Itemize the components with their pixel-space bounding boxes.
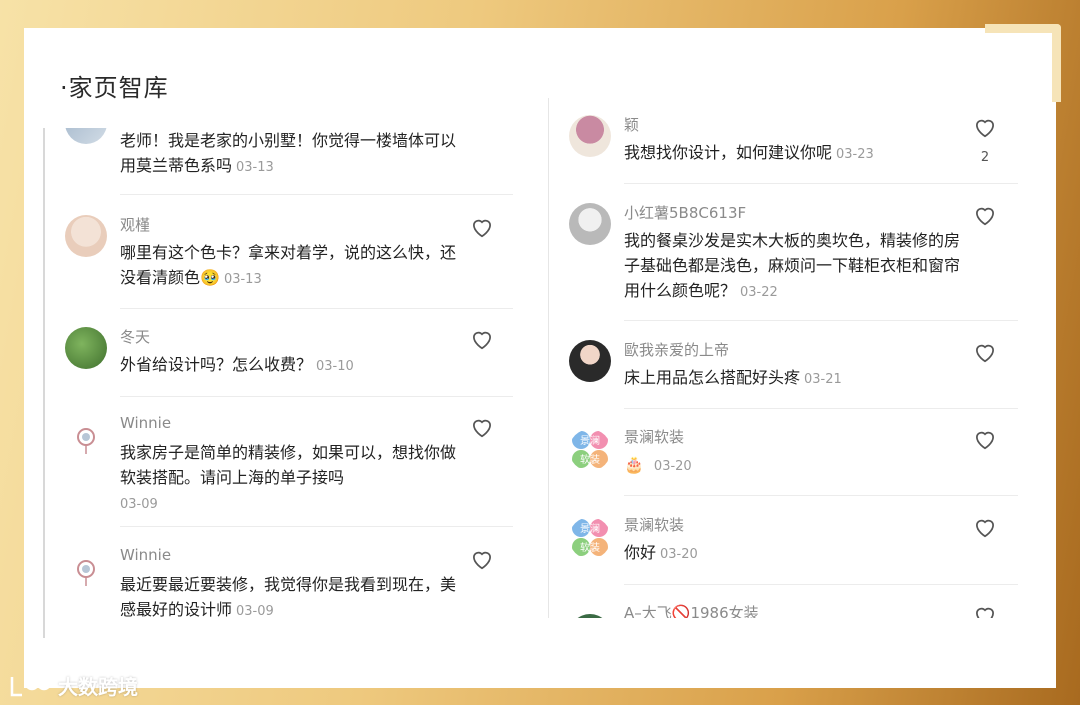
cake-emoji-icon: 🎂 xyxy=(624,455,644,474)
divider xyxy=(624,495,1018,496)
comment-date: 03-09 xyxy=(236,604,274,619)
like-heart-icon[interactable] xyxy=(972,114,998,140)
watermark-text: 大数跨境 xyxy=(58,675,138,699)
divider xyxy=(120,526,513,527)
user-avatar[interactable] xyxy=(65,128,107,144)
user-avatar[interactable] xyxy=(569,340,611,382)
comment-username[interactable]: A–大飞🚫1986女装 xyxy=(624,602,759,618)
comment-text: 最近要最近要装修，我觉得你是我看到现在，美感最好的设计师 03-09 xyxy=(120,575,457,619)
svg-text:软装: 软装 xyxy=(580,541,600,554)
comment-text: 我家房子是简单的精装修，如果可以，想找你做软装搭配。请问上海的单子接吗 03-09 xyxy=(120,443,457,512)
watermark-logo-icon xyxy=(10,675,52,696)
brand-badge-icon: 景澜 软装 xyxy=(572,431,608,468)
comment-panel-right: 颖 我想找你设计，如何建议你呢 03-23 2 小红薯5B8C613F 我的餐桌沙… xyxy=(548,98,1018,618)
user-avatar[interactable] xyxy=(65,552,107,594)
comment-date: 03-10 xyxy=(316,359,354,374)
like-heart-icon[interactable] xyxy=(469,214,495,240)
comment-date: 03-20 xyxy=(660,547,698,562)
user-avatar[interactable] xyxy=(65,215,107,257)
divider xyxy=(624,584,1018,585)
comment-text: 床上用品怎么搭配好头疼 03-21 xyxy=(624,368,842,387)
svg-text:景澜: 景澜 xyxy=(580,523,600,535)
comment-username[interactable]: Winnie xyxy=(120,546,171,564)
comment-text: 我想找你设计，如何建议你呢 03-23 xyxy=(624,143,874,162)
comment-username[interactable]: 颖 xyxy=(624,114,639,135)
user-avatar[interactable]: 景澜 软装 xyxy=(569,429,611,471)
comment-username[interactable]: 歐我亲爱的上帝 xyxy=(624,339,729,360)
emoji-icon: 🥹 xyxy=(200,268,220,287)
comment-date: 03-09 xyxy=(120,497,158,512)
comment-text: 🎂 03-20 xyxy=(624,452,964,479)
pin-icon xyxy=(77,560,95,586)
like-heart-icon[interactable] xyxy=(972,602,998,618)
brand-title: ·家页智库 xyxy=(60,74,169,102)
user-avatar[interactable]: 景澜 软装 xyxy=(569,517,611,559)
comment-text: 外省给设计吗？怎么收费？ 03-10 xyxy=(120,355,354,374)
user-avatar[interactable] xyxy=(569,203,611,245)
comment-username[interactable]: 冬天 xyxy=(120,326,150,347)
comment-date: 03-13 xyxy=(236,160,274,175)
comment-date: 03-21 xyxy=(804,372,842,387)
comment-text: 哪里有这个色卡？拿来对着学，说的这么快，还没看清颜色🥹 03-13 xyxy=(120,243,457,287)
comment-username[interactable]: 观槿 xyxy=(120,214,150,235)
like-heart-icon[interactable] xyxy=(972,339,998,365)
comment-username[interactable]: 景澜软装 xyxy=(624,426,684,447)
divider xyxy=(120,308,513,309)
divider xyxy=(624,183,1018,184)
divider xyxy=(624,320,1018,321)
svg-text:景澜: 景澜 xyxy=(580,435,600,447)
comment-date: 03-23 xyxy=(836,147,874,162)
divider xyxy=(120,194,513,195)
comment-date: 03-13 xyxy=(223,272,262,287)
corner-accent-decoration xyxy=(985,24,1061,102)
comment-username[interactable]: 景澜软装 xyxy=(624,514,684,535)
comment-text: 你好 03-20 xyxy=(624,543,698,562)
comment-username[interactable]: Winnie xyxy=(120,414,171,432)
like-heart-icon[interactable] xyxy=(469,326,495,352)
like-heart-icon[interactable] xyxy=(972,202,998,228)
like-heart-icon[interactable] xyxy=(972,426,998,452)
like-heart-icon[interactable] xyxy=(972,514,998,540)
user-avatar[interactable] xyxy=(569,115,611,157)
comment-username[interactable]: 小红薯5B8C613F xyxy=(624,202,746,223)
comment-date: 03-20 xyxy=(653,459,692,474)
user-avatar[interactable] xyxy=(65,327,107,369)
svg-text:软装: 软装 xyxy=(580,453,600,466)
like-heart-icon[interactable] xyxy=(469,546,495,572)
user-avatar[interactable] xyxy=(65,420,107,462)
comment-date: 03-22 xyxy=(740,285,778,300)
comment-text: 老师！我是老家的小别墅！你觉得一楼墙体可以用莫兰蒂色系吗 03-13 xyxy=(120,131,457,175)
divider xyxy=(624,408,1018,409)
brand-badge-icon: 景澜 软装 xyxy=(572,519,608,556)
user-avatar[interactable] xyxy=(569,614,611,618)
like-count: 2 xyxy=(980,150,990,165)
like-heart-icon[interactable] xyxy=(469,414,495,440)
divider xyxy=(120,396,513,397)
watermark: 大数跨境 xyxy=(8,671,138,700)
pin-icon xyxy=(77,428,95,454)
comment-text: 我的餐桌沙发是实木大板的奥坎色，精装修的房子基础色都是浅色，麻烦问一下鞋柜衣柜和… xyxy=(624,231,961,300)
comment-panel-left: 老师！我是老家的小别墅！你觉得一楼墙体可以用莫兰蒂色系吗 03-13 观槿 哪里有… xyxy=(43,128,513,638)
